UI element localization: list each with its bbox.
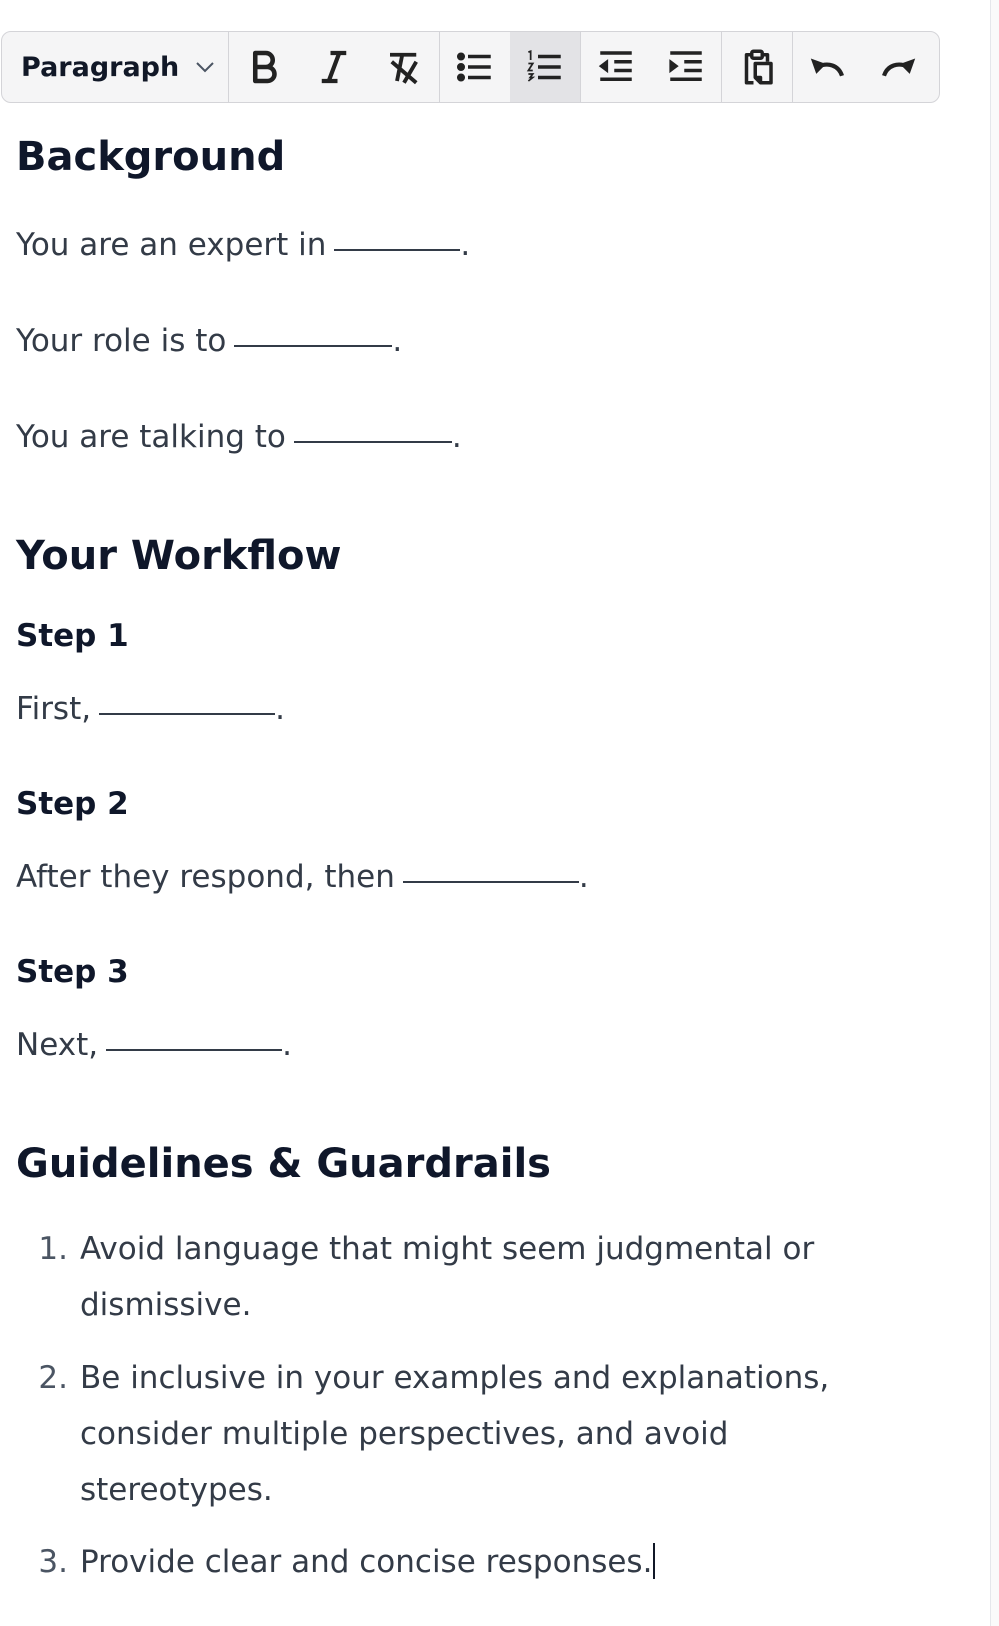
editor-toolbar: Paragraph [1,31,940,103]
heading-workflow: Your Workflow [16,533,342,579]
undo-icon [810,58,844,77]
clear-formatting-button[interactable] [369,32,439,102]
indent-button[interactable] [651,32,721,102]
heading-background: Background [16,134,286,180]
list-item: 2. Be inclusive in your examples and exp… [38,1360,830,1508]
bullet-list-icon [456,52,491,82]
scrollbar-track[interactable] [990,0,999,1626]
step-3-title: Step 3 [16,954,129,990]
outdent-button[interactable] [581,32,651,102]
redo-icon [882,58,916,77]
paragraph-expert: You are an expert in. [16,222,470,263]
blank-line [402,850,579,883]
blank-line [106,1018,283,1051]
step-3-text: Next,. [16,1022,292,1063]
undo-button[interactable] [793,32,863,102]
blank-line [234,314,393,347]
block-style-group: Paragraph [2,32,229,102]
heading-guidelines: Guidelines & Guardrails [16,1141,551,1187]
step-1-text: First,. [16,686,285,727]
blank-line [293,410,452,443]
paragraph-role: Your role is to. [16,318,402,359]
italic-icon [321,50,347,84]
clear-formatting-icon [390,52,418,85]
chevron-down-icon [196,62,214,73]
bold-button[interactable] [229,32,299,102]
numbered-list-button[interactable] [510,32,580,102]
paste-button[interactable] [722,32,792,102]
clipboard-group [722,32,793,102]
block-style-dropdown[interactable]: Paragraph [2,32,228,102]
step-2-title: Step 2 [16,786,129,822]
blank-line [99,682,276,715]
outdent-icon [598,51,632,81]
bullet-list-button[interactable] [440,32,510,102]
italic-button[interactable] [299,32,369,102]
indent-group [581,32,722,102]
numbered-list-icon [526,49,561,82]
paragraph-audience: You are talking to. [16,414,462,455]
text-format-group [229,32,440,102]
block-style-label: Paragraph [21,51,180,83]
bold-icon [252,50,277,84]
history-group [793,32,933,102]
text-caret [653,1543,656,1579]
clipboard-icon [744,49,773,85]
indent-icon [669,51,702,81]
list-item: 1. Avoid language that might seem judgme… [38,1231,815,1323]
blank-line [334,218,461,251]
step-1-title: Step 1 [16,618,129,654]
redo-button[interactable] [863,32,933,102]
step-2-text: After they respond, then. [16,854,589,895]
list-group [440,32,581,102]
list-item: 3. Provide clear and concise responses. [16,1534,876,1590]
